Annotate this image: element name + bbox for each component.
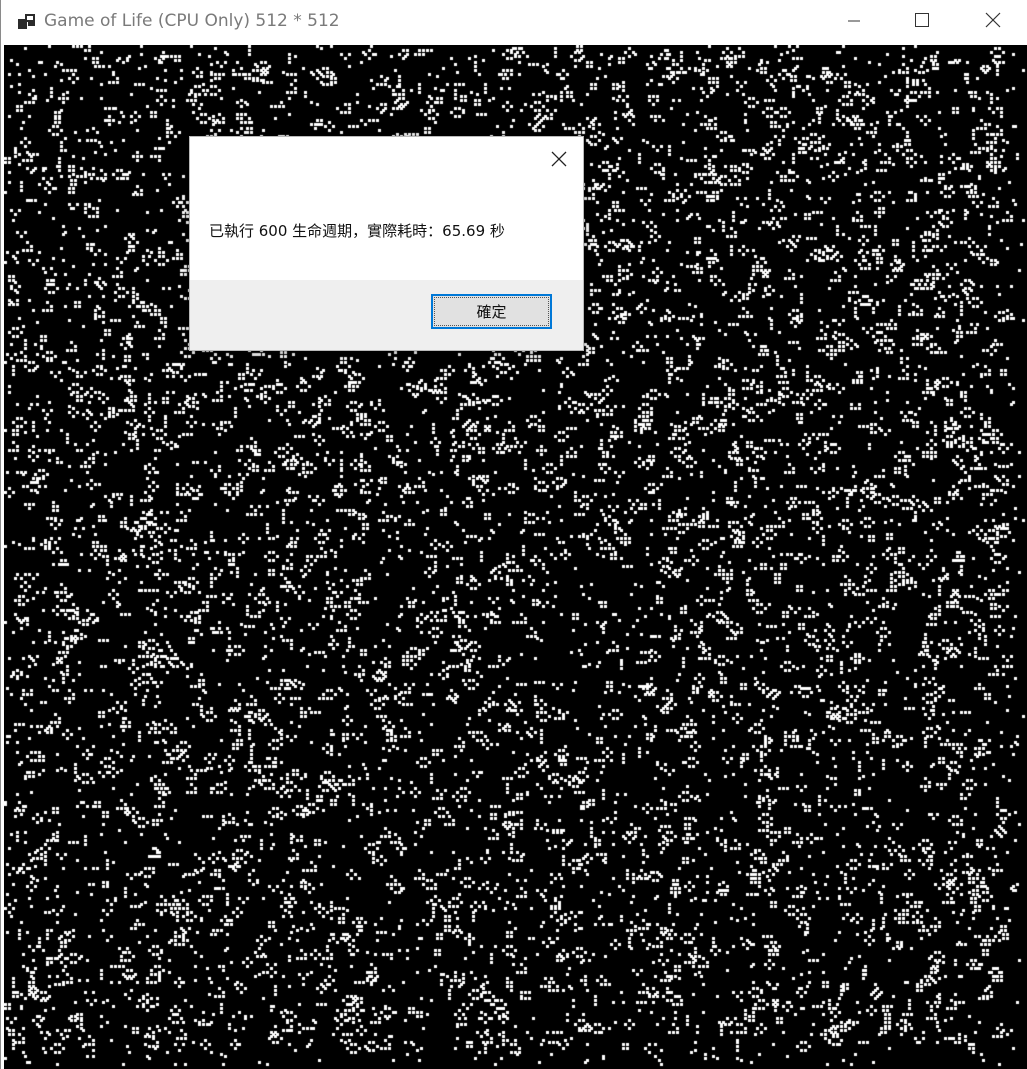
title-bar[interactable]: Game of Life (CPU Only) 512 * 512 bbox=[1, 0, 1027, 44]
maximize-icon bbox=[914, 12, 930, 32]
dialog-footer: 確定 bbox=[190, 280, 583, 350]
app-window-icon[interactable] bbox=[18, 13, 36, 31]
window-title: Game of Life (CPU Only) 512 * 512 bbox=[44, 11, 340, 31]
maximize-button[interactable] bbox=[887, 0, 957, 44]
close-icon bbox=[551, 151, 567, 167]
ok-button[interactable]: 確定 bbox=[431, 294, 552, 329]
minimize-icon bbox=[847, 13, 861, 32]
close-icon bbox=[985, 12, 1001, 32]
dialog-message: 已執行 600 生命週期，實際耗時：65.69 秒 bbox=[209, 222, 505, 240]
close-window-button[interactable] bbox=[958, 0, 1027, 44]
message-dialog: 已執行 600 生命週期，實際耗時：65.69 秒 確定 bbox=[189, 136, 584, 351]
dialog-close-button[interactable] bbox=[549, 149, 569, 169]
minimize-button[interactable] bbox=[819, 0, 889, 44]
app-window: Game of Life (CPU Only) 512 * 512 已執行 60… bbox=[0, 0, 1027, 1069]
